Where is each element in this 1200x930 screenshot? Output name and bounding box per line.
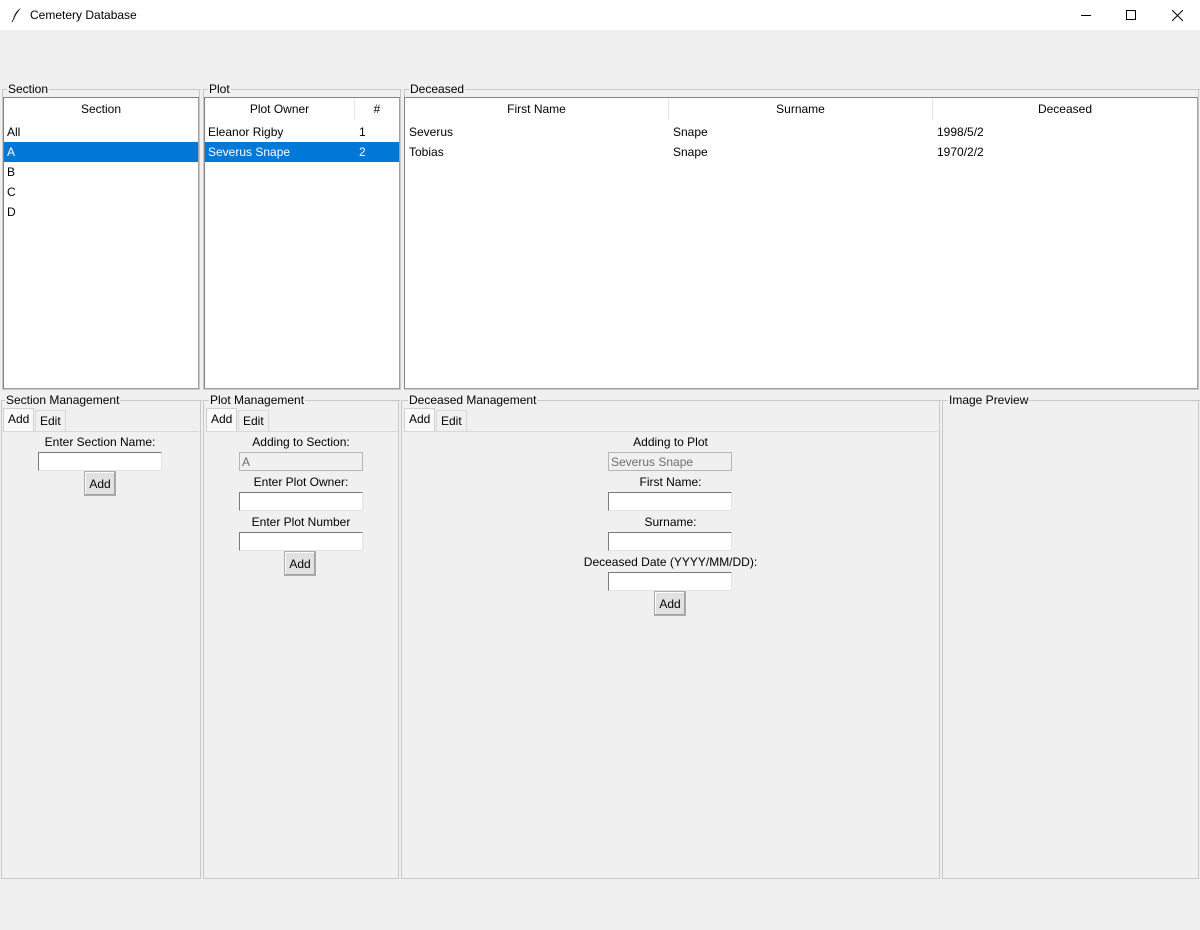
close-icon — [1171, 9, 1183, 21]
deceased-frame-title: Deceased — [409, 82, 466, 96]
first-name-column-header[interactable]: First Name — [405, 98, 669, 120]
table-row[interactable]: Severus Snape 1998/5/2 — [405, 122, 1197, 142]
tab-edit[interactable]: Edit — [238, 410, 269, 432]
list-item[interactable]: A — [4, 142, 198, 162]
plot-table[interactable]: Plot Owner # Eleanor Rigby 1 Severus Sna… — [204, 97, 400, 389]
deceased-date-field[interactable] — [608, 572, 732, 591]
deceased-management-title: Deceased Management — [408, 393, 538, 407]
surname-label: Surname: — [644, 515, 697, 529]
section-list[interactable]: Section All A B C D — [3, 97, 199, 389]
table-row[interactable]: Tobias Snape 1970/2/2 — [405, 142, 1197, 162]
adding-to-section-field — [239, 452, 363, 471]
list-item[interactable]: D — [4, 202, 198, 222]
maximize-button[interactable] — [1108, 0, 1154, 30]
list-item[interactable]: C — [4, 182, 198, 202]
image-preview-title: Image Preview — [948, 393, 1030, 407]
section-name-field[interactable] — [38, 452, 162, 471]
table-row[interactable]: Severus Snape 2 — [205, 142, 399, 162]
list-item-label: All — [7, 125, 21, 139]
section-management-title: Section Management — [5, 393, 121, 407]
minimize-icon — [1081, 15, 1091, 16]
plot-number-cell: 2 — [359, 145, 366, 159]
plot-owner-label: Enter Plot Owner: — [253, 475, 349, 489]
plot-owner-field[interactable] — [239, 492, 363, 511]
adding-to-section-label: Adding to Section: — [252, 435, 350, 449]
deceased-date-label: Deceased Date (YYYY/MM/DD): — [583, 555, 758, 569]
section-column-header[interactable]: Section — [4, 98, 198, 120]
section-add-panel — [3, 431, 199, 877]
list-item-label: C — [7, 185, 16, 199]
surname-cell: Snape — [673, 125, 708, 139]
adding-to-plot-field — [608, 452, 732, 471]
first-name-cell: Severus — [409, 125, 454, 139]
plot-number-label: Enter Plot Number — [251, 515, 351, 529]
tab-add[interactable]: Add — [404, 408, 436, 432]
close-button[interactable] — [1154, 0, 1200, 30]
deceased-date-column-header[interactable]: Deceased — [933, 98, 1197, 120]
maximize-icon — [1126, 10, 1136, 20]
plot-owner-cell: Severus Snape — [208, 145, 291, 159]
plot-number-cell: 1 — [359, 125, 366, 139]
list-item-label: D — [7, 205, 16, 219]
plot-number-field[interactable] — [239, 532, 363, 551]
add-plot-button[interactable]: Add — [284, 551, 316, 576]
plot-owner-cell: Eleanor Rigby — [208, 125, 284, 139]
first-name-label: First Name: — [639, 475, 702, 489]
add-deceased-button[interactable]: Add — [654, 591, 686, 616]
title-bar: Cemetery Database — [0, 0, 1200, 30]
list-item-label: A — [7, 145, 16, 159]
deceased-date-cell: 1970/2/2 — [937, 145, 984, 159]
section-frame-title: Section — [7, 82, 50, 96]
tab-edit[interactable]: Edit — [35, 410, 66, 432]
add-section-button[interactable]: Add — [84, 471, 116, 496]
deceased-date-cell: 1998/5/2 — [937, 125, 984, 139]
deceased-table-header[interactable]: First Name Surname Deceased — [405, 98, 1197, 120]
first-name-cell: Tobias — [409, 145, 444, 159]
plot-table-header[interactable]: Plot Owner # — [205, 98, 399, 120]
section-list-header[interactable]: Section — [4, 98, 198, 120]
first-name-field[interactable] — [608, 492, 732, 511]
section-name-label: Enter Section Name: — [44, 435, 156, 449]
adding-to-plot-label: Adding to Plot — [633, 435, 708, 449]
plot-owner-column-header[interactable]: Plot Owner — [205, 98, 355, 120]
tab-add[interactable]: Add — [206, 408, 238, 432]
deceased-table[interactable]: First Name Surname Deceased Severus Snap… — [404, 97, 1198, 389]
image-preview-frame: Image Preview — [942, 393, 1200, 879]
minimize-button[interactable] — [1063, 0, 1109, 30]
surname-field[interactable] — [608, 532, 732, 551]
surname-cell: Snape — [673, 145, 708, 159]
tab-edit[interactable]: Edit — [436, 410, 467, 432]
tab-add[interactable]: Add — [3, 408, 35, 432]
table-row[interactable]: Eleanor Rigby 1 — [205, 122, 399, 142]
list-item[interactable]: All — [4, 122, 198, 142]
plot-frame-title: Plot — [208, 82, 231, 96]
surname-column-header[interactable]: Surname — [669, 98, 933, 120]
list-item-label: B — [7, 165, 16, 179]
plot-number-column-header[interactable]: # — [355, 98, 399, 120]
window-title: Cemetery Database — [30, 8, 137, 22]
list-item[interactable]: B — [4, 162, 198, 182]
plot-management-title: Plot Management — [209, 393, 306, 407]
feather-icon — [11, 8, 21, 23]
